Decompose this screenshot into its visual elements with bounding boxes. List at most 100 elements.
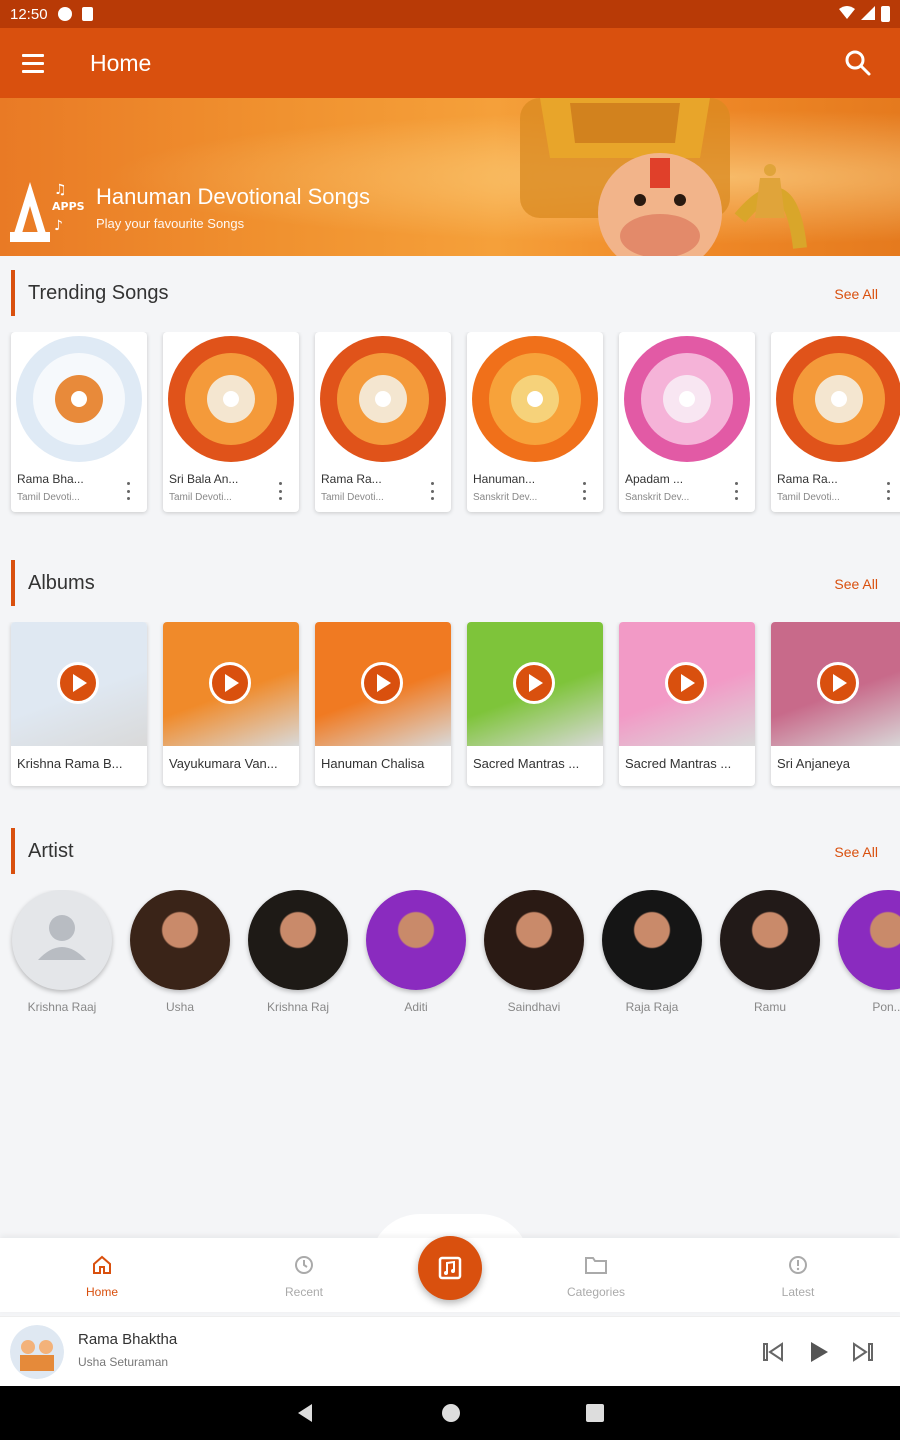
section-accent-bar <box>11 560 15 606</box>
app-bar: Home <box>0 28 900 98</box>
section-accent-bar <box>11 828 15 874</box>
song-cover-image <box>15 335 143 463</box>
artist-name: Saindhavi <box>507 1000 561 1014</box>
artist-item[interactable]: Krishna Raaj <box>7 890 117 1020</box>
song-card[interactable]: Sri Bala An... Tamil Devoti... <box>163 332 299 512</box>
more-options-icon[interactable] <box>885 482 891 500</box>
trending-section-header: Trending Songs See All <box>0 270 900 318</box>
artist-item[interactable]: Pon... <box>833 890 900 1020</box>
nav-home-label: Home <box>85 1285 118 1299</box>
latest-icon <box>789 1256 807 1274</box>
nav-categories[interactable]: Categories <box>536 1254 656 1299</box>
nav-home[interactable]: Home <box>42 1254 162 1299</box>
svg-text:♪: ♪ <box>54 218 63 234</box>
skip-next-icon[interactable] <box>848 1337 878 1367</box>
nav-categories-label: Categories <box>566 1285 626 1299</box>
song-card[interactable]: Hanuman... Sanskrit Dev... <box>467 332 603 512</box>
now-playing-thumbnail <box>10 1325 64 1379</box>
song-title: Rama Ra... <box>777 472 838 486</box>
home-button-icon[interactable] <box>439 1401 463 1425</box>
play-icon[interactable] <box>817 662 859 704</box>
album-title: Vayukumara Van... <box>169 756 278 771</box>
album-card[interactable]: Vayukumara Van... <box>163 622 299 786</box>
artist-avatar <box>366 890 466 990</box>
mini-player[interactable]: Rama Bhaktha Usha Seturaman <box>0 1316 900 1386</box>
now-playing-fab[interactable] <box>418 1236 482 1300</box>
play-icon[interactable] <box>513 662 555 704</box>
song-card[interactable]: Rama Bha... Tamil Devoti... <box>11 332 147 512</box>
artist-item[interactable]: Saindhavi <box>479 890 589 1020</box>
play-icon[interactable] <box>209 662 251 704</box>
hanuman-image <box>520 98 807 256</box>
album-card[interactable]: Sri Anjaneya <box>771 622 900 786</box>
folder-icon <box>585 1257 607 1274</box>
hero-banner[interactable]: APPS ♫ ♪ Hanuman Devotional Songs Play y… <box>0 98 900 256</box>
nav-latest-label: Latest <box>781 1285 815 1299</box>
wifi-icon <box>839 5 855 23</box>
more-options-icon[interactable] <box>429 482 435 500</box>
search-icon[interactable] <box>838 43 878 83</box>
song-card[interactable]: Rama Ra... Tamil Devoti... <box>771 332 900 512</box>
song-cover-image <box>775 335 900 463</box>
album-card[interactable]: Sacred Mantras ... <box>619 622 755 786</box>
artist-avatar <box>248 890 348 990</box>
album-card[interactable]: Sacred Mantras ... <box>467 622 603 786</box>
play-icon[interactable] <box>57 662 99 704</box>
song-title: Hanuman... <box>473 472 536 486</box>
artist-item[interactable]: Raja Raja <box>597 890 707 1020</box>
home-icon <box>93 1255 111 1274</box>
play-icon[interactable] <box>804 1337 834 1367</box>
artist-avatar <box>602 890 702 990</box>
artist-item[interactable]: Usha <box>125 890 235 1020</box>
nav-latest[interactable]: Latest <box>738 1254 858 1299</box>
notification-icon <box>57 7 72 21</box>
artist-title: Artist <box>28 840 74 862</box>
song-subtitle: Tamil Devoti... <box>321 492 384 503</box>
menu-icon[interactable] <box>22 44 60 82</box>
artist-item[interactable]: Ramu <box>715 890 825 1020</box>
svg-text:♫: ♫ <box>54 182 67 198</box>
album-card[interactable]: Krishna Rama B... <box>11 622 147 786</box>
artist-avatar <box>12 890 112 990</box>
banner-subtitle: Play your favourite Songs <box>96 216 245 231</box>
nav-recent[interactable]: Recent <box>244 1254 364 1299</box>
artist-avatar <box>130 890 230 990</box>
more-options-icon[interactable] <box>125 482 131 500</box>
more-options-icon[interactable] <box>277 482 283 500</box>
artist-item[interactable]: Aditi <box>361 890 471 1020</box>
music-library-icon <box>438 1256 462 1280</box>
system-navigation-bar <box>0 1386 900 1440</box>
song-cover-image <box>471 335 599 463</box>
play-icon[interactable] <box>361 662 403 704</box>
album-title: Hanuman Chalisa <box>321 756 425 771</box>
song-card[interactable]: Rama Ra... Tamil Devoti... <box>315 332 451 512</box>
album-title: Krishna Rama B... <box>17 756 123 771</box>
song-subtitle: Sanskrit Dev... <box>473 492 538 503</box>
artist-section-header: Artist See All <box>0 828 900 876</box>
artist-avatar <box>838 890 900 990</box>
albums-section-header: Albums See All <box>0 560 900 608</box>
more-options-icon[interactable] <box>733 482 739 500</box>
skip-previous-icon[interactable] <box>758 1337 788 1367</box>
artist-item[interactable]: Krishna Raj <box>243 890 353 1020</box>
more-options-icon[interactable] <box>581 482 587 500</box>
section-accent-bar <box>11 270 15 316</box>
status-time: 12:50 <box>10 5 48 23</box>
artists-row: Krishna Raaj Usha Krishna Raj Aditi Saindhav… <box>0 890 900 1024</box>
svg-text:APPS: APPS <box>52 200 85 213</box>
back-icon[interactable] <box>294 1401 318 1425</box>
artist-name: Usha <box>165 1000 194 1014</box>
song-cover-image <box>167 335 295 463</box>
trending-see-all-link[interactable]: See All <box>834 286 878 302</box>
banner-title: Hanuman Devotional Songs <box>96 184 370 209</box>
recents-icon[interactable] <box>583 1401 607 1425</box>
song-cover-image <box>319 335 447 463</box>
play-icon[interactable] <box>665 662 707 704</box>
albums-see-all-link[interactable]: See All <box>834 576 878 592</box>
album-card[interactable]: Hanuman Chalisa <box>315 622 451 786</box>
song-title: Sri Bala An... <box>169 472 239 486</box>
song-card[interactable]: Apadam ... Sanskrit Dev... <box>619 332 755 512</box>
song-subtitle: Tamil Devoti... <box>777 492 840 503</box>
artist-see-all-link[interactable]: See All <box>834 844 878 860</box>
artist-avatar <box>720 890 820 990</box>
